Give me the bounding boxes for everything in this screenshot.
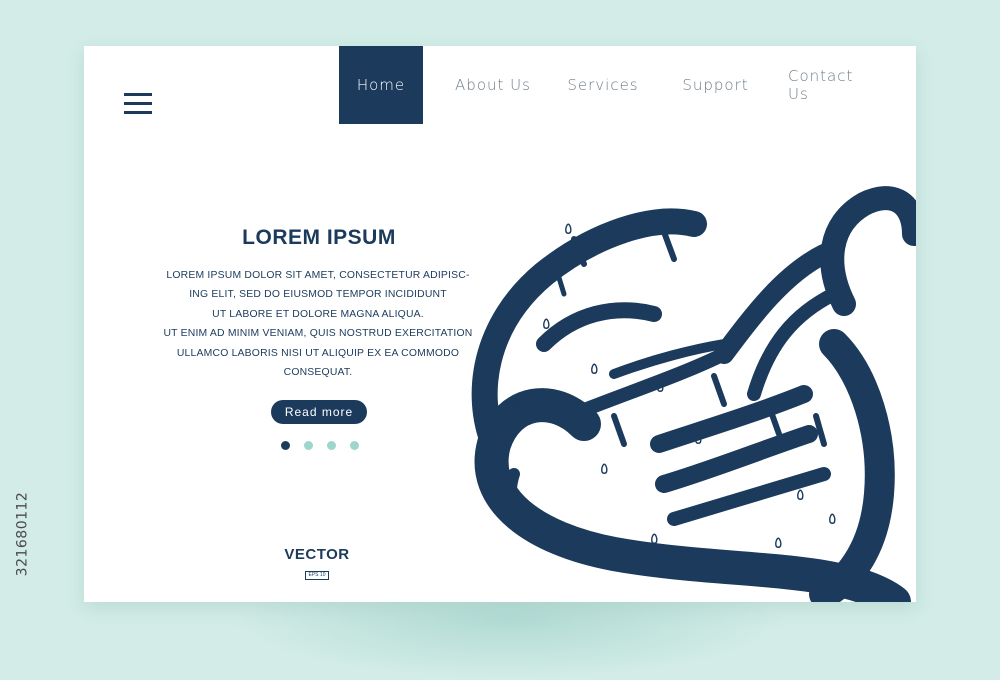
hamburger-line xyxy=(124,102,152,105)
slider-dot[interactable] xyxy=(327,441,336,450)
vector-logo-text: VECTOR xyxy=(284,546,350,563)
slider-dot[interactable] xyxy=(281,441,290,450)
arabic-calligraphy-artwork: ٥ ٥ ٥ ٥ ٥ ٥ ٥ ٥ ٥ ٥ ٥ ٥ ٥ ٥ ٥ xyxy=(471,186,916,602)
nav-item-home[interactable]: Home xyxy=(339,46,423,124)
svg-text:٥: ٥ xyxy=(650,529,659,548)
svg-text:٥: ٥ xyxy=(542,314,551,333)
nav-item-about-us[interactable]: About Us xyxy=(423,46,563,124)
nav-item-services[interactable]: Services xyxy=(563,46,643,124)
svg-text:٥: ٥ xyxy=(724,491,733,510)
svg-text:٥: ٥ xyxy=(828,509,837,528)
slider-dot[interactable] xyxy=(350,441,359,450)
landing-page-card: Home About Us Services Support Contact U… xyxy=(84,46,916,602)
svg-text:٥: ٥ xyxy=(612,221,621,240)
stock-id-watermark: 321680112 xyxy=(8,434,36,634)
main-navigation: Home About Us Services Support Contact U… xyxy=(339,46,863,124)
read-more-button[interactable]: Read more xyxy=(271,400,367,424)
nav-item-support[interactable]: Support xyxy=(643,46,788,124)
svg-text:٥: ٥ xyxy=(796,485,805,504)
slider-pagination xyxy=(281,441,359,450)
svg-text:٥: ٥ xyxy=(694,429,703,448)
svg-text:٥: ٥ xyxy=(564,219,573,238)
hamburger-menu-icon[interactable] xyxy=(124,93,152,115)
svg-text:٥: ٥ xyxy=(656,377,665,396)
svg-text:٥: ٥ xyxy=(600,459,609,478)
hamburger-line xyxy=(124,93,152,96)
svg-text:٥: ٥ xyxy=(774,533,783,552)
slider-dot[interactable] xyxy=(304,441,313,450)
svg-text:٥: ٥ xyxy=(512,394,521,413)
vector-logo: VECTOR EPS 10 xyxy=(272,546,362,581)
svg-text:٥: ٥ xyxy=(714,547,723,566)
stock-id-text: 321680112 xyxy=(14,491,31,577)
svg-text:٥: ٥ xyxy=(742,449,751,468)
svg-text:٥: ٥ xyxy=(590,359,599,378)
hamburger-line xyxy=(124,111,152,114)
vector-logo-subtext: EPS 10 xyxy=(304,571,330,580)
nav-item-contact-us[interactable]: Contact Us xyxy=(788,46,863,124)
